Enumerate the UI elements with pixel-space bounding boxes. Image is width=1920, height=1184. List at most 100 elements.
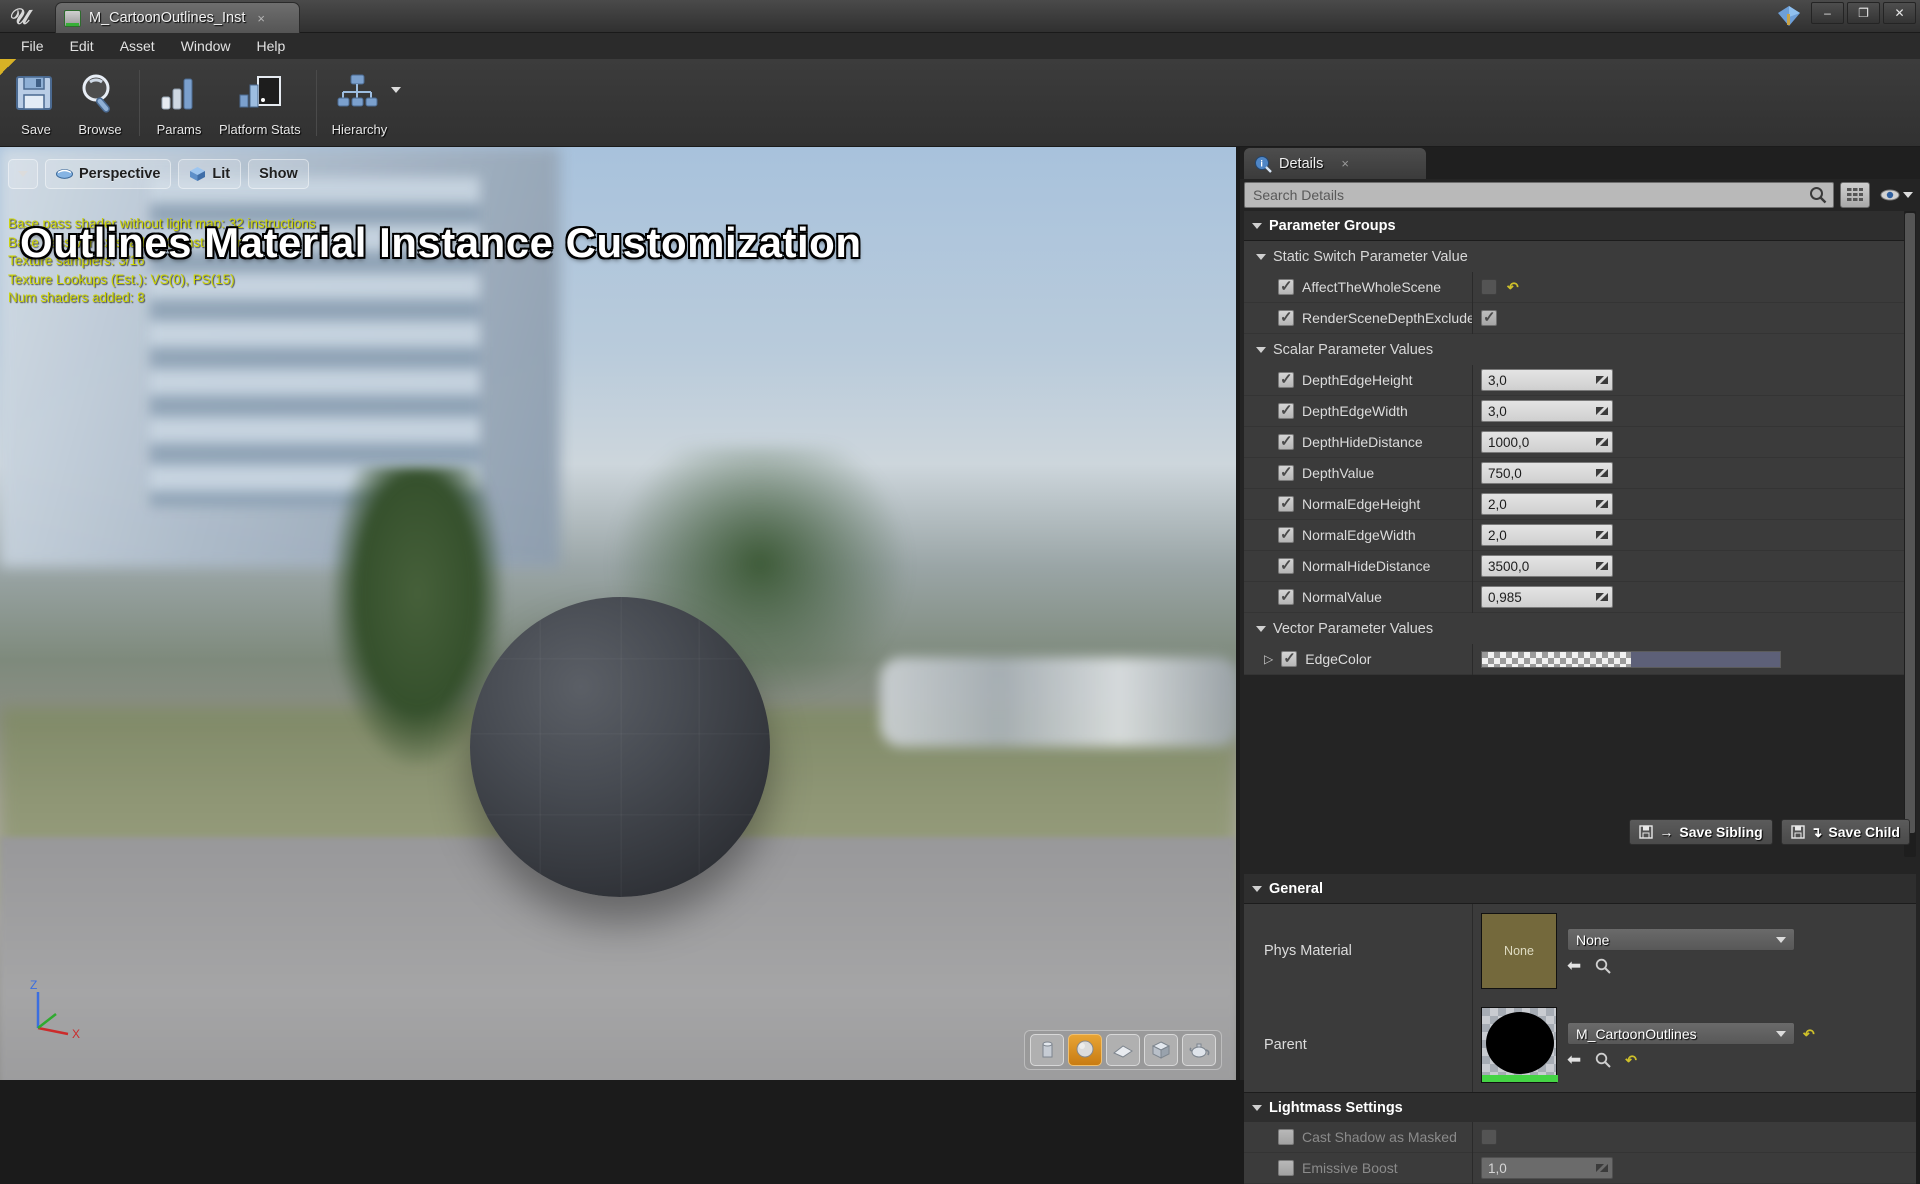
param-number-input[interactable]: 3500,0 <box>1481 555 1613 577</box>
reset-to-default-icon[interactable]: ↶ <box>1803 1027 1815 1041</box>
param-value: 3,0 <box>1488 372 1507 388</box>
view-options-button[interactable] <box>1876 182 1916 208</box>
param-value-cell: 3500,0 <box>1472 550 1904 582</box>
tab-close-icon[interactable]: × <box>1341 156 1349 171</box>
preview-shape-teapot[interactable] <box>1182 1034 1216 1066</box>
preview-shape-cube[interactable] <box>1144 1034 1178 1066</box>
color-swatch[interactable] <box>1481 650 1781 668</box>
spinner-icon[interactable] <box>1596 374 1608 386</box>
spinner-icon[interactable] <box>1596 405 1608 417</box>
parent-material-combo[interactable]: M_CartoonOutlines <box>1567 1022 1795 1045</box>
spinner-icon[interactable] <box>1596 467 1608 479</box>
preview-mesh-sphere[interactable] <box>470 597 770 897</box>
param-row-affectthewholescene[interactable]: AffectTheWholeScene ↶ <box>1244 271 1904 303</box>
param-row-normaledgewidth[interactable]: NormalEdgeWidth 2,0 <box>1244 519 1904 551</box>
phys-material-thumbnail[interactable]: None <box>1481 913 1557 989</box>
use-selected-asset-icon[interactable]: ⬅ <box>1567 957 1581 974</box>
expand-arrow-icon[interactable]: ▷ <box>1264 652 1273 666</box>
viewport-camera-mode-button[interactable]: Perspective <box>45 159 172 189</box>
param-number-input[interactable]: 3,0 <box>1481 369 1613 391</box>
param-value-checkbox[interactable] <box>1481 279 1497 295</box>
platform-stats-button[interactable]: Platform Stats <box>211 65 309 141</box>
browse-to-asset-icon[interactable] <box>1595 1052 1611 1068</box>
spinner-icon[interactable] <box>1596 436 1608 448</box>
close-button[interactable]: ✕ <box>1883 2 1916 24</box>
param-override-checkbox[interactable] <box>1278 496 1294 512</box>
use-selected-asset-icon[interactable]: ⬅ <box>1567 1051 1581 1068</box>
group-vector-parameter-values[interactable]: Vector Parameter Values <box>1244 613 1904 644</box>
param-row-normalhidedistance[interactable]: NormalHideDistance 3500,0 <box>1244 550 1904 582</box>
spinner-icon[interactable] <box>1596 529 1608 541</box>
asset-tab[interactable]: M_CartoonOutlines_Inst × <box>55 2 300 33</box>
param-override-checkbox[interactable] <box>1278 310 1294 326</box>
menu-help[interactable]: Help <box>244 36 299 56</box>
viewport-options-menu[interactable] <box>8 159 38 189</box>
spinner-icon[interactable] <box>1596 498 1608 510</box>
param-override-checkbox[interactable] <box>1278 279 1294 295</box>
spinner-icon[interactable] <box>1596 560 1608 572</box>
save-sibling-button[interactable]: → Save Sibling <box>1629 819 1773 845</box>
param-row-edgecolor[interactable]: ▷ EdgeColor <box>1244 643 1904 675</box>
minimize-button[interactable]: – <box>1811 2 1844 24</box>
phys-material-combo[interactable]: None <box>1567 928 1795 951</box>
material-preview-viewport[interactable]: Perspective Lit Show Base pass shader wi… <box>0 147 1236 1080</box>
category-parameter-groups[interactable]: Parameter Groups <box>1244 211 1904 241</box>
param-row-depthedgewidth[interactable]: DepthEdgeWidth 3,0 <box>1244 395 1904 427</box>
param-number-input[interactable]: 2,0 <box>1481 524 1613 546</box>
parent-material-thumbnail[interactable] <box>1481 1007 1558 1083</box>
param-value-checkbox[interactable] <box>1481 308 1497 326</box>
param-name-cell: NormalHideDistance <box>1244 558 1472 574</box>
param-override-checkbox[interactable] <box>1278 465 1294 481</box>
group-static-switch-parameter-value[interactable]: Static Switch Parameter Value <box>1244 241 1904 272</box>
browse-to-asset-icon[interactable] <box>1595 958 1611 974</box>
param-override-checkbox[interactable] <box>1278 403 1294 419</box>
param-number-input[interactable]: 1000,0 <box>1481 431 1613 453</box>
expand-collapse-icon <box>1252 1104 1262 1111</box>
preview-shape-cylinder[interactable] <box>1030 1034 1064 1066</box>
param-row-normalvalue[interactable]: NormalValue 0,985 <box>1244 581 1904 613</box>
search-input[interactable]: Search Details <box>1244 182 1834 208</box>
viewport-view-mode-button[interactable]: Lit <box>178 159 242 189</box>
spinner-icon[interactable] <box>1596 591 1608 603</box>
grid-view-icon[interactable] <box>1840 182 1870 208</box>
param-row-normaledgeheight[interactable]: NormalEdgeHeight 2,0 <box>1244 488 1904 520</box>
tab-close-icon[interactable]: × <box>257 11 265 26</box>
param-override-checkbox[interactable] <box>1278 558 1294 574</box>
preview-shape-sphere[interactable] <box>1068 1034 1102 1066</box>
param-override-checkbox[interactable] <box>1278 589 1294 605</box>
category-lightmass-settings[interactable]: Lightmass Settings <box>1244 1092 1916 1122</box>
param-number-input[interactable]: 0,985 <box>1481 586 1613 608</box>
reset-to-default-icon[interactable]: ↶ <box>1507 280 1519 294</box>
param-override-checkbox[interactable] <box>1281 651 1298 667</box>
param-row-depthedgeheight[interactable]: DepthEdgeHeight 3,0 <box>1244 364 1904 396</box>
menu-asset[interactable]: Asset <box>107 36 168 56</box>
hierarchy-dropdown-icon[interactable] <box>391 87 402 93</box>
param-number-input[interactable]: 3,0 <box>1481 400 1613 422</box>
param-override-checkbox[interactable] <box>1278 434 1294 450</box>
menu-file[interactable]: File <box>8 36 57 56</box>
browse-button[interactable]: Browse <box>68 65 132 141</box>
param-override-checkbox[interactable] <box>1278 527 1294 543</box>
param-override-checkbox[interactable] <box>1278 372 1294 388</box>
viewport-show-menu[interactable]: Show <box>248 159 309 189</box>
param-number-input[interactable]: 2,0 <box>1481 493 1613 515</box>
reset-to-default-icon[interactable]: ↶ <box>1625 1053 1637 1067</box>
group-scalar-parameter-values[interactable]: Scalar Parameter Values <box>1244 334 1904 365</box>
category-general[interactable]: General <box>1244 874 1916 904</box>
preview-shape-plane[interactable] <box>1106 1034 1140 1066</box>
hierarchy-button[interactable]: Hierarchy <box>324 65 396 141</box>
param-row-renderscenedepthexclude[interactable]: RenderSceneDepthExclude <box>1244 302 1904 334</box>
menu-edit[interactable]: Edit <box>57 36 107 56</box>
save-button[interactable]: Save <box>4 65 68 141</box>
menu-window[interactable]: Window <box>168 36 244 56</box>
hierarchy-tree-icon <box>335 71 383 117</box>
param-number-input[interactable]: 750,0 <box>1481 462 1613 484</box>
param-row-depthhidedistance[interactable]: DepthHideDistance 1000,0 <box>1244 426 1904 458</box>
details-scrollbar-thumb[interactable] <box>1905 213 1915 833</box>
params-button[interactable]: Params <box>147 65 211 141</box>
tab-details[interactable]: i Details × <box>1244 148 1426 179</box>
param-row-depthvalue[interactable]: DepthValue 750,0 <box>1244 457 1904 489</box>
save-child-button[interactable]: ↴ Save Child <box>1780 819 1910 845</box>
details-scrollbar[interactable] <box>1904 211 1916 857</box>
restore-button[interactable]: ❐ <box>1847 2 1880 24</box>
